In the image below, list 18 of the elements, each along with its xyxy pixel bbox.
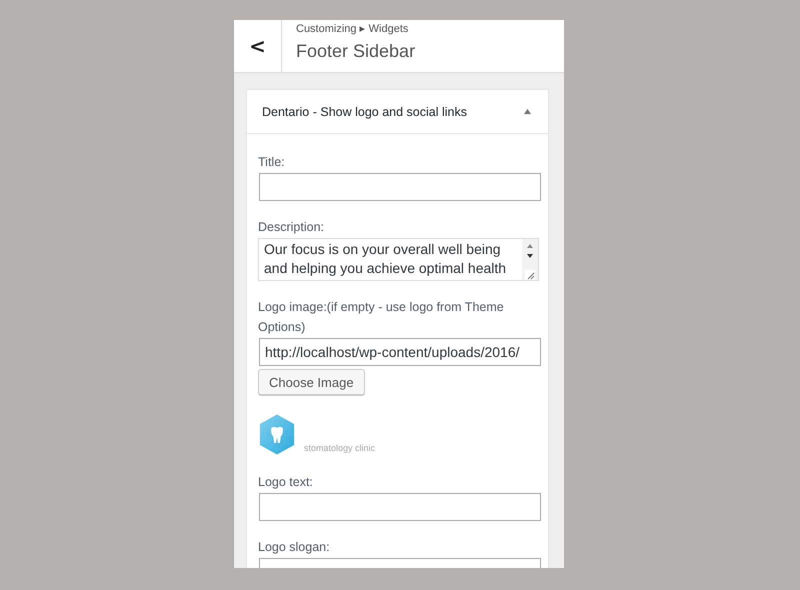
field-label: Logo slogan: [258,539,331,556]
field-label: Title: [258,154,286,171]
input-field[interactable] [259,173,541,201]
scroll-down-icon[interactable] [526,253,534,259]
collapse-arrow-icon[interactable] [523,108,532,115]
field-label: Description: [258,219,325,236]
tooth-logo-icon [258,413,296,456]
breadcrumb: Customizing ▸ Widgets [296,22,410,36]
resize-grip-icon[interactable] [525,270,535,280]
choose-image-button[interactable]: Choose Image [258,369,365,395]
input-field[interactable] [259,493,541,521]
text-area[interactable]: Our focus is on your overall well being and helping you achieve optimal health [258,238,539,281]
logo-tagline: stomatology clinic [304,443,376,453]
field-label: Logo text: [258,474,314,491]
input-field[interactable]: http://localhost/wp-content/uploads/2016/ [259,338,541,366]
widget-title: Dentario - Show logo and social links [262,104,467,118]
field-label: Logo image:(if empty - use logo from Theme Options) [258,299,505,336]
panel-title: Footer Sidebar [296,41,416,62]
